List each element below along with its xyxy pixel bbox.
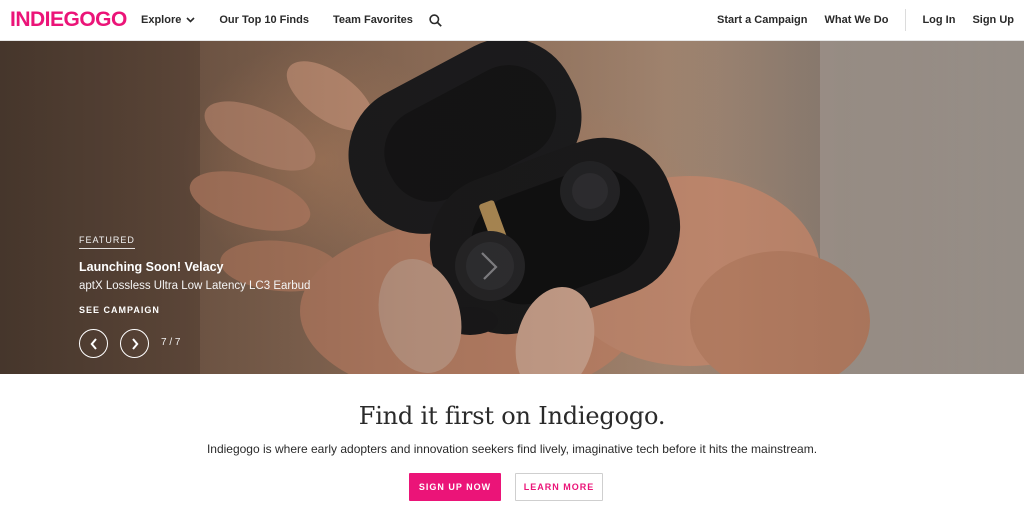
explore-menu[interactable]: Explore	[141, 14, 195, 26]
featured-tag: FEATURED	[79, 235, 135, 249]
featured-campaign-hero[interactable]: FEATURED Launching Soon! Velacy aptX Los…	[0, 41, 1024, 374]
chevron-down-icon	[186, 17, 195, 23]
nav-team-favorites[interactable]: Team Favorites	[333, 14, 413, 26]
search-icon[interactable]	[429, 13, 442, 27]
nav-divider	[905, 9, 907, 31]
top-navbar: INDIEGOGO Explore Our Top 10 Finds Team …	[0, 0, 1024, 41]
signup-link[interactable]: Sign Up	[972, 14, 1014, 26]
start-campaign-link[interactable]: Start a Campaign	[717, 14, 807, 26]
sign-up-now-button[interactable]: SIGN UP NOW	[409, 473, 501, 501]
promo-heading: Find it first on Indiegogo.	[358, 402, 666, 430]
promo-description: Indiegogo is where early adopters and in…	[206, 442, 818, 456]
carousel-prev-button[interactable]	[79, 329, 108, 358]
campaign-subtitle: aptX Lossless Ultra Low Latency LC3 Earb…	[79, 280, 311, 292]
campaign-title[interactable]: Launching Soon! Velacy	[79, 260, 223, 274]
hero-overlay	[0, 41, 1024, 374]
learn-more-button[interactable]: LEARN MORE	[515, 473, 603, 501]
slide-counter: 7 / 7	[161, 337, 181, 348]
login-link[interactable]: Log In	[922, 14, 955, 26]
indiegogo-logo[interactable]: INDIEGOGO	[10, 8, 127, 32]
signup-promo-section: Find it first on Indiegogo. Indiegogo is…	[0, 374, 1024, 517]
see-campaign-link[interactable]: SEE CAMPAIGN	[79, 305, 160, 315]
chevron-left-icon	[89, 337, 98, 350]
nav-top-10-finds[interactable]: Our Top 10 Finds	[219, 14, 309, 26]
account-nav: Start a Campaign What We Do Log In Sign …	[700, 0, 1014, 40]
what-we-do-link[interactable]: What We Do	[824, 14, 888, 26]
primary-nav: Explore Our Top 10 Finds Team Favorites	[141, 0, 442, 40]
explore-label: Explore	[141, 14, 182, 26]
chevron-right-icon	[131, 337, 139, 350]
carousel-next-button[interactable]	[120, 329, 149, 358]
